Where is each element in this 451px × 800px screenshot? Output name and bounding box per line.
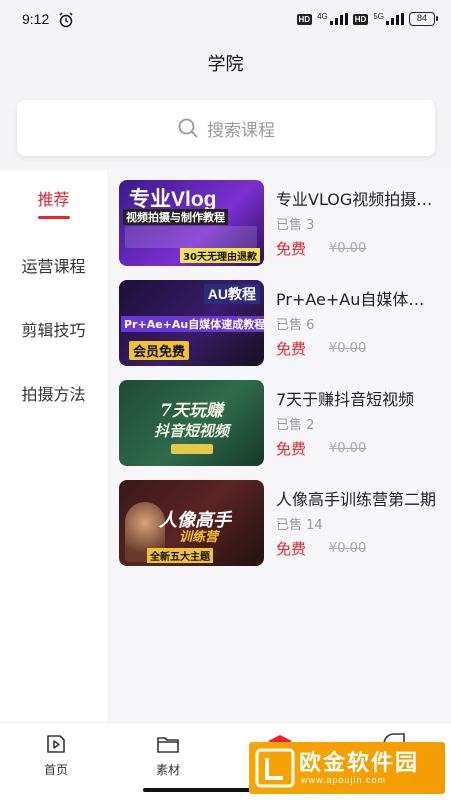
search-input[interactable]: 搜索课程 <box>17 100 435 156</box>
sidebar-item-label: 剪辑技巧 <box>21 321 86 340</box>
watermark-url: www.apoujin.com <box>301 775 387 785</box>
course-card[interactable]: AU教程 Pr+Ae+Au自媒体速成教程 会员免费 Pr+Ae+Au自媒体剪辑速… <box>119 280 441 366</box>
thumb-banner-text: 30天无理由退款 <box>180 248 260 263</box>
watermark-logo: 欧金软件园 www.apoujin.com <box>249 742 445 794</box>
status-bar: 9:12 HD 4G HD 5G 84 <box>0 0 451 40</box>
original-price: ¥0.00 <box>329 441 367 456</box>
price-free: 免费 <box>276 340 307 358</box>
sidebar-item-label: 运营课程 <box>21 257 86 276</box>
price-free: 免费 <box>276 540 307 558</box>
thumb-sub-text: 视频拍摄与制作教程 <box>123 209 228 225</box>
thumb-sub-text: 训练营 <box>179 530 219 545</box>
price-free: 免费 <box>276 240 307 258</box>
sidebar-item-editing[interactable]: 剪辑技巧 <box>0 311 107 351</box>
active-indicator <box>38 216 70 219</box>
category-sidebar: 推荐 运营课程 剪辑技巧 拍摄方法 <box>0 170 107 722</box>
sidebar-item-label: 推荐 <box>37 190 70 209</box>
thumb-main-text: 7天玩赚 <box>160 401 223 421</box>
course-title: 人像高手训练营第二期 <box>276 490 436 509</box>
thumb-main-text: Pr+Ae+Au自媒体速成教程 <box>121 316 264 332</box>
search-area: 搜索课程 <box>0 84 451 170</box>
network-label-2: 5G <box>373 11 384 21</box>
header: 学院 <box>0 40 451 84</box>
nav-home[interactable]: 首页 <box>26 731 86 778</box>
course-thumbnail: 7天玩赚 抖音短视频 <box>119 380 264 466</box>
status-time: 9:12 <box>22 11 50 27</box>
signal-icon <box>329 13 348 25</box>
sidebar-item-operations[interactable]: 运营课程 <box>0 247 107 287</box>
status-indicators: HD 4G HD 5G 84 <box>296 11 438 26</box>
nav-materials[interactable]: 素材 <box>138 731 198 778</box>
search-icon <box>178 118 198 138</box>
course-thumbnail: 专业Vlog 视频拍摄与制作教程 30天无理由退款 <box>119 180 264 266</box>
course-thumbnail: AU教程 Pr+Ae+Au自媒体速成教程 会员免费 <box>119 280 264 366</box>
original-price: ¥0.00 <box>329 341 367 356</box>
original-price: ¥0.00 <box>329 541 367 556</box>
sidebar-item-shooting[interactable]: 拍摄方法 <box>0 375 107 415</box>
sold-count: 已售 6 <box>276 318 315 333</box>
sold-count: 已售 14 <box>276 518 323 533</box>
thumb-tag-text: AU教程 <box>203 284 260 304</box>
thumb-decoration <box>171 444 213 454</box>
signal-icon <box>386 13 404 25</box>
sold-count: 已售 2 <box>276 418 315 433</box>
course-card[interactable]: 专业Vlog 视频拍摄与制作教程 30天无理由退款 专业VLOG视频拍摄与制作教… <box>119 180 441 266</box>
price-free: 免费 <box>276 440 307 458</box>
course-title: 专业VLOG视频拍摄与制作教程 <box>276 190 436 209</box>
network-label-1: 4G <box>317 11 328 21</box>
course-card[interactable]: 7天玩赚 抖音短视频 7天于赚抖音短视频 已售 2 免费 ¥0.00 <box>119 380 441 466</box>
hd-badge-1: HD <box>296 13 313 25</box>
watermark-icon <box>255 748 295 788</box>
sold-count: 已售 3 <box>276 218 315 233</box>
course-thumbnail: 人像高手 训练营 全新五大主题 <box>119 480 264 566</box>
thumb-banner-text: 全新五大主题 <box>147 548 213 563</box>
sidebar-item-label: 拍摄方法 <box>21 385 86 404</box>
watermark-name: 欧金软件园 <box>299 751 420 776</box>
battery-icon: 84 <box>409 12 438 26</box>
play-icon <box>47 735 65 753</box>
nav-label: 素材 <box>155 763 180 777</box>
sidebar-item-recommend[interactable]: 推荐 <box>0 180 107 220</box>
original-price: ¥0.00 <box>329 241 367 256</box>
thumb-decoration <box>125 226 257 248</box>
hd-badge-2: HD <box>352 13 369 25</box>
course-list: 专业Vlog 视频拍摄与制作教程 30天无理由退款 专业VLOG视频拍摄与制作教… <box>107 170 451 722</box>
alarm-clock-icon <box>59 12 73 28</box>
course-title: 7天于赚抖音短视频 <box>276 390 415 409</box>
thumb-sub-text: 抖音短视频 <box>153 422 229 440</box>
course-card[interactable]: 人像高手 训练营 全新五大主题 人像高手训练营第二期 已售 14 免费 ¥0.0… <box>119 480 441 566</box>
folder-icon <box>157 737 179 753</box>
course-title: Pr+Ae+Au自媒体剪辑速成教程 <box>276 290 436 309</box>
thumb-banner-text: 会员免费 <box>129 341 190 360</box>
page-title: 学院 <box>207 54 244 75</box>
nav-label: 首页 <box>43 763 68 777</box>
search-placeholder: 搜索课程 <box>207 120 275 141</box>
